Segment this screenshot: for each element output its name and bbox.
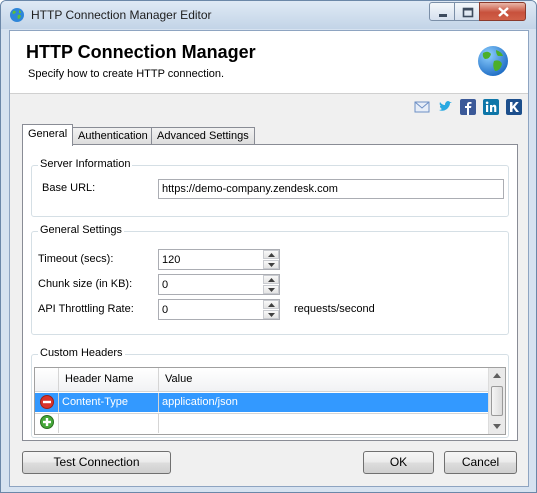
timeout-stepper[interactable] bbox=[158, 249, 280, 270]
scroll-up-icon[interactable] bbox=[489, 368, 505, 384]
api-throttling-decrement-button[interactable] bbox=[263, 310, 279, 319]
row-selector[interactable] bbox=[35, 393, 59, 412]
header-value-cell[interactable] bbox=[159, 414, 490, 433]
custom-headers-grid[interactable]: Header Name Value Content-Type applicati… bbox=[34, 367, 506, 435]
custom-headers-label: Custom Headers bbox=[38, 347, 125, 359]
row-header-corner bbox=[35, 368, 59, 392]
maximize-icon bbox=[462, 7, 474, 18]
timeout-increment-button[interactable] bbox=[263, 250, 279, 259]
cancel-button[interactable]: Cancel bbox=[444, 451, 517, 474]
title-bar[interactable]: HTTP Connection Manager Editor bbox=[1, 1, 536, 29]
tab-authentication[interactable]: Authentication bbox=[72, 127, 154, 145]
minimize-button[interactable] bbox=[429, 2, 455, 21]
general-settings-group: General Settings Timeout (secs): Chunk s… bbox=[31, 224, 509, 335]
header-name-cell[interactable] bbox=[59, 414, 159, 433]
chunk-size-stepper[interactable] bbox=[158, 274, 280, 295]
linkedin-icon[interactable] bbox=[483, 99, 499, 115]
arrow-up-icon bbox=[268, 253, 275, 257]
tab-advanced-settings[interactable]: Advanced Settings bbox=[151, 127, 255, 145]
timeout-decrement-button[interactable] bbox=[263, 260, 279, 269]
column-header-value[interactable]: Value bbox=[159, 368, 490, 392]
scroll-thumb[interactable] bbox=[491, 386, 503, 416]
tab-general[interactable]: General bbox=[22, 124, 74, 146]
header-subtitle: Specify how to create HTTP connection. bbox=[28, 68, 225, 80]
timeout-input[interactable] bbox=[159, 250, 263, 269]
dialog-window: HTTP Connection Manager Editor HTTP Conn… bbox=[0, 0, 537, 493]
general-settings-label: General Settings bbox=[38, 224, 124, 236]
row-selector[interactable] bbox=[35, 414, 59, 433]
scroll-down-icon[interactable] bbox=[489, 418, 505, 434]
base-url-input[interactable] bbox=[158, 179, 504, 199]
dialog-header: HTTP Connection Manager Specify how to c… bbox=[10, 31, 528, 94]
twitter-icon[interactable] bbox=[437, 99, 453, 115]
header-name-cell[interactable]: Content-Type bbox=[59, 393, 159, 412]
column-header-name[interactable]: Header Name bbox=[59, 368, 159, 392]
facebook-icon[interactable] bbox=[460, 99, 476, 115]
kingswaysoft-icon[interactable] bbox=[506, 99, 522, 115]
close-icon bbox=[498, 7, 509, 17]
arrow-up-icon bbox=[268, 278, 275, 282]
api-throttling-label: API Throttling Rate: bbox=[38, 303, 134, 315]
chunk-size-label: Chunk size (in KB): bbox=[38, 278, 133, 290]
arrow-down-icon bbox=[268, 288, 275, 292]
table-row[interactable]: Content-Type application/json bbox=[35, 393, 490, 412]
timeout-label: Timeout (secs): bbox=[38, 253, 114, 265]
server-information-label: Server Information bbox=[38, 158, 133, 170]
grid-vertical-scrollbar[interactable] bbox=[488, 368, 505, 434]
api-throttling-input[interactable] bbox=[159, 300, 263, 319]
test-connection-button[interactable]: Test Connection bbox=[22, 451, 171, 474]
base-url-label: Base URL: bbox=[42, 182, 96, 194]
chunk-size-increment-button[interactable] bbox=[263, 275, 279, 284]
remove-row-icon[interactable] bbox=[40, 395, 54, 409]
arrow-down-icon bbox=[268, 313, 275, 317]
maximize-button[interactable] bbox=[454, 2, 480, 21]
add-row-icon[interactable] bbox=[40, 415, 54, 429]
globe-icon bbox=[10, 8, 24, 22]
dialog-client: HTTP Connection Manager Specify how to c… bbox=[9, 30, 529, 487]
table-row[interactable] bbox=[35, 413, 490, 433]
email-icon[interactable] bbox=[414, 99, 430, 115]
globe-icon bbox=[478, 46, 508, 76]
header-value-cell[interactable]: application/json bbox=[159, 393, 490, 412]
custom-headers-group: Custom Headers Header Name Value Content… bbox=[31, 347, 509, 438]
chunk-size-input[interactable] bbox=[159, 275, 263, 294]
arrow-up-icon bbox=[268, 303, 275, 307]
header-title: HTTP Connection Manager bbox=[26, 42, 256, 62]
server-information-group: Server Information Base URL: bbox=[31, 158, 509, 217]
window-title: HTTP Connection Manager Editor bbox=[31, 8, 212, 22]
ok-button[interactable]: OK bbox=[363, 451, 434, 474]
throttling-unit-label: requests/second bbox=[294, 303, 375, 315]
close-button[interactable] bbox=[479, 2, 526, 21]
chunk-size-decrement-button[interactable] bbox=[263, 285, 279, 294]
api-throttling-increment-button[interactable] bbox=[263, 300, 279, 309]
arrow-down-icon bbox=[268, 263, 275, 267]
general-tab-panel: Server Information Base URL: General Set… bbox=[22, 144, 518, 441]
minimize-icon bbox=[439, 14, 447, 17]
api-throttling-stepper[interactable] bbox=[158, 299, 280, 320]
